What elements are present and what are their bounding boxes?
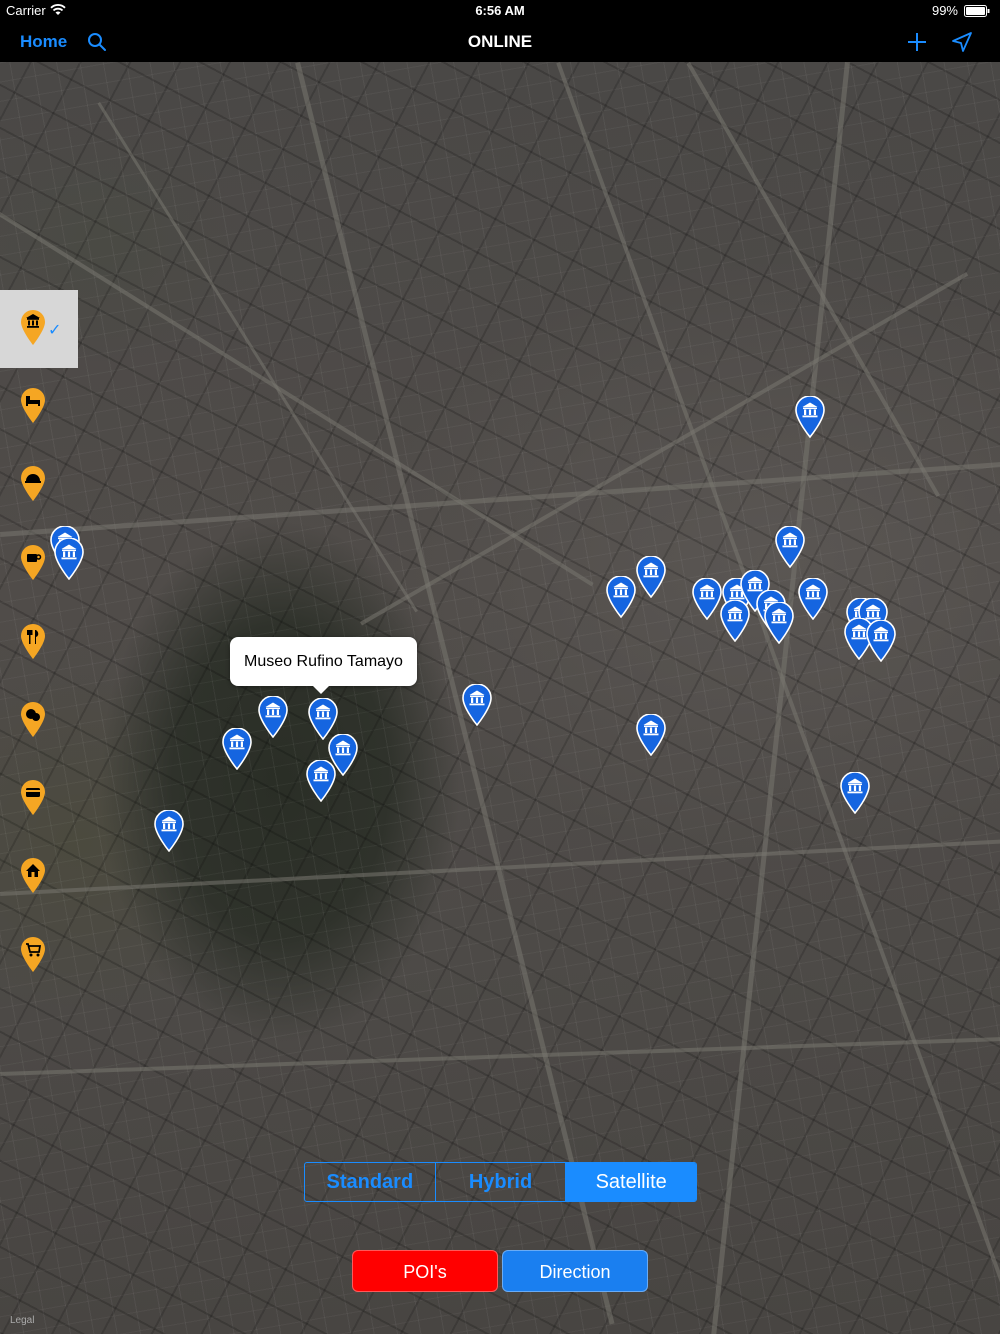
coffee-icon[interactable] bbox=[20, 545, 46, 581]
legal-link[interactable]: Legal bbox=[10, 1315, 34, 1326]
museum-pin-icon[interactable] bbox=[54, 538, 84, 580]
museum-pin-icon[interactable] bbox=[258, 696, 288, 738]
plus-icon[interactable] bbox=[905, 30, 929, 54]
navigation-bar: Home ONLINE bbox=[0, 22, 1000, 62]
map-type-hybrid[interactable]: Hybrid bbox=[436, 1163, 567, 1201]
shopping-cart-icon[interactable] bbox=[20, 937, 46, 973]
battery-percentage: 99% bbox=[931, 3, 958, 18]
museum-pin-icon[interactable] bbox=[798, 578, 828, 620]
museum-pin-icon[interactable] bbox=[606, 576, 636, 618]
map-type-segmented-control[interactable]: Standard Hybrid Satellite bbox=[304, 1162, 697, 1202]
museum-pin-icon[interactable] bbox=[775, 526, 805, 568]
museum-icon bbox=[20, 310, 46, 346]
filter-museum-selected[interactable]: ✓ bbox=[0, 290, 78, 368]
museum-pin-icon[interactable] bbox=[692, 578, 722, 620]
atm-card-icon[interactable] bbox=[20, 780, 46, 816]
museum-pin-icon[interactable] bbox=[764, 602, 794, 644]
location-arrow-icon[interactable] bbox=[950, 30, 974, 54]
map-road bbox=[709, 62, 850, 1334]
home-button[interactable]: Home bbox=[20, 32, 67, 52]
home-icon[interactable] bbox=[20, 858, 46, 894]
museum-pin-icon[interactable] bbox=[636, 714, 666, 756]
hotel-bed-icon[interactable] bbox=[20, 388, 46, 424]
checkmark-icon: ✓ bbox=[48, 322, 62, 339]
map-callout[interactable]: Museo Rufino Tamayo bbox=[230, 637, 417, 694]
map-type-satellite[interactable]: Satellite bbox=[566, 1163, 696, 1201]
search-icon[interactable] bbox=[86, 31, 108, 53]
restaurant-icon[interactable] bbox=[20, 624, 46, 660]
battery-icon bbox=[964, 5, 990, 17]
museum-pin-icon[interactable] bbox=[154, 810, 184, 852]
map-type-standard[interactable]: Standard bbox=[305, 1163, 436, 1201]
satellite-map[interactable]: ✓ Museo Rufino Tamayo Standard Hybrid Sa… bbox=[0, 62, 1000, 1334]
museum-pin-icon[interactable] bbox=[222, 728, 252, 770]
theater-icon[interactable] bbox=[20, 702, 46, 738]
map-road bbox=[295, 62, 615, 1325]
status-bar: Carrier 6:56 AM 99% bbox=[0, 0, 1000, 22]
dish-icon[interactable] bbox=[20, 466, 46, 502]
direction-button[interactable]: Direction bbox=[502, 1250, 648, 1292]
status-time: 6:56 AM bbox=[475, 3, 525, 18]
museum-pin-icon[interactable] bbox=[636, 556, 666, 598]
museum-pin-icon[interactable] bbox=[720, 600, 750, 642]
museum-pin-icon[interactable] bbox=[866, 620, 896, 662]
museum-pin-icon[interactable] bbox=[795, 396, 825, 438]
museum-pin-icon[interactable] bbox=[306, 760, 336, 802]
museum-pin-icon[interactable] bbox=[462, 684, 492, 726]
map-road bbox=[556, 62, 1000, 1285]
pois-button[interactable]: POI's bbox=[352, 1250, 498, 1292]
page-title: ONLINE bbox=[467, 32, 533, 51]
museum-pin-icon[interactable] bbox=[840, 772, 870, 814]
map-road bbox=[0, 1033, 1000, 1076]
